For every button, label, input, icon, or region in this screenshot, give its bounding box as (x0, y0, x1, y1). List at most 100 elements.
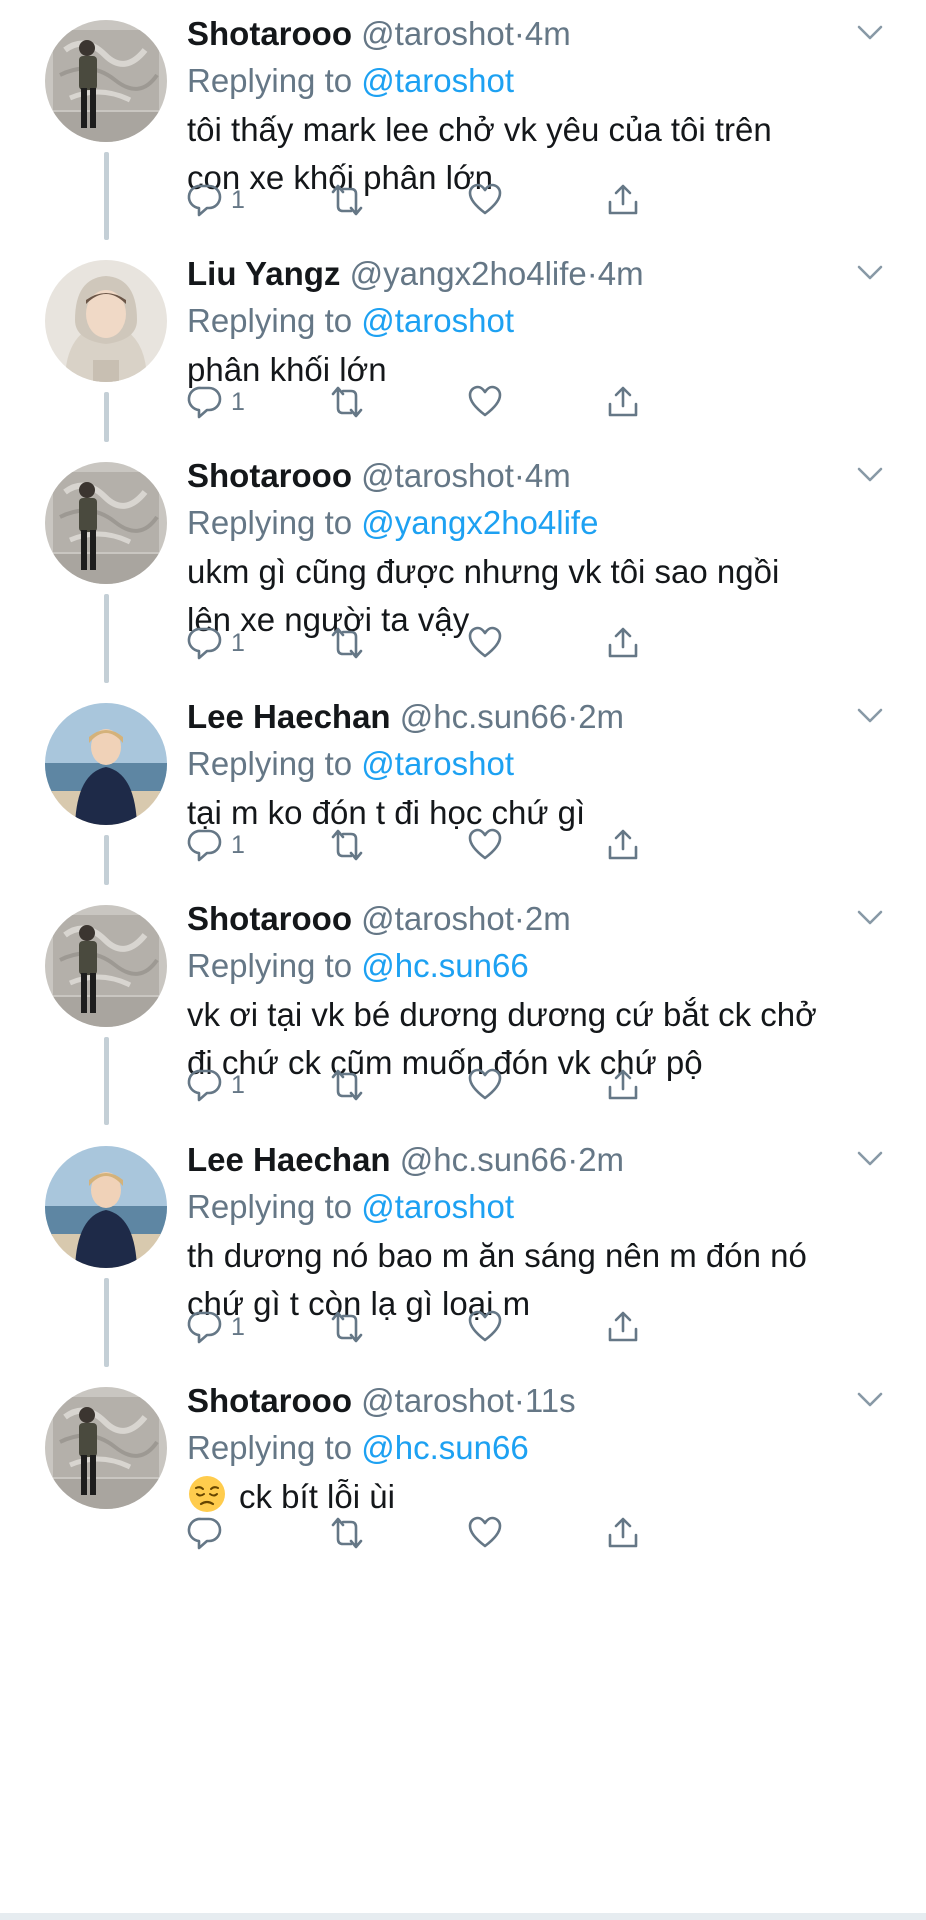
tweet[interactable]: Lee Haechan @hc.sun66·2m Replying to @tar… (0, 1126, 926, 1377)
like-button[interactable] (467, 1063, 503, 1107)
user-handle[interactable]: @taroshot (361, 900, 514, 937)
replying-to-line: Replying to @taroshot (187, 58, 886, 104)
avatar[interactable] (45, 905, 167, 1027)
avatar[interactable] (45, 1387, 167, 1509)
retweet-icon (327, 1515, 367, 1551)
timestamp[interactable]: 11s (525, 1382, 576, 1419)
tweet[interactable]: Shotarooo @taroshot·2m Replying to @hc.su… (0, 885, 926, 1135)
tweet-header: Lee Haechan @hc.sun66·2m (187, 1136, 886, 1184)
timestamp[interactable]: 4m (525, 15, 571, 52)
like-button[interactable] (467, 621, 503, 665)
avatar[interactable] (45, 1146, 167, 1268)
chevron-down-icon[interactable] (856, 1150, 884, 1168)
reply-button[interactable]: 1 (187, 380, 245, 424)
share-icon (605, 384, 641, 420)
tweet-actions (187, 1511, 747, 1555)
chevron-down-icon[interactable] (856, 1391, 884, 1409)
share-button[interactable] (605, 1305, 641, 1349)
share-button[interactable] (605, 380, 641, 424)
separator-dot: · (586, 255, 598, 292)
user-handle[interactable]: @yangx2ho4life (350, 255, 587, 292)
reply-button[interactable]: 1 (187, 621, 245, 665)
user-handle[interactable]: @taroshot (361, 1382, 514, 1419)
replying-to-link[interactable]: @taroshot (361, 62, 514, 99)
reply-button[interactable] (187, 1511, 231, 1555)
like-button[interactable] (467, 1305, 503, 1349)
replying-to-link[interactable]: @hc.sun66 (361, 947, 528, 984)
share-icon (605, 827, 641, 863)
thread-connector-line (104, 835, 109, 885)
replying-to-label: Replying to (187, 504, 353, 541)
replying-to-label: Replying to (187, 1188, 353, 1225)
retweet-icon (327, 182, 367, 218)
user-handle[interactable]: @hc.sun66 (400, 698, 567, 735)
timestamp[interactable]: 4m (598, 255, 644, 292)
display-name[interactable]: Lee Haechan (187, 1141, 391, 1178)
tweet-header: Shotarooo @taroshot·11s (187, 1377, 886, 1425)
chevron-down-icon[interactable] (856, 466, 884, 484)
reply-button[interactable]: 1 (187, 178, 245, 222)
avatar[interactable] (45, 20, 167, 142)
user-handle[interactable]: @taroshot (361, 15, 514, 52)
tweet[interactable]: Shotarooo @taroshot·4m Replying to @yangx… (0, 442, 926, 693)
replying-to-link[interactable]: @yangx2ho4life (361, 504, 598, 541)
tweet[interactable]: Lee Haechan @hc.sun66·2m Replying to @tar… (0, 683, 926, 895)
retweet-button[interactable] (327, 1063, 367, 1107)
retweet-button[interactable] (327, 178, 367, 222)
reply-button[interactable]: 1 (187, 1305, 245, 1349)
retweet-icon (327, 1067, 367, 1103)
reply-count: 1 (231, 387, 245, 416)
timestamp[interactable]: 2m (578, 1141, 624, 1178)
chevron-down-icon[interactable] (856, 909, 884, 927)
like-button[interactable] (467, 1511, 503, 1555)
chevron-down-icon[interactable] (856, 264, 884, 282)
avatar[interactable] (45, 703, 167, 825)
retweet-button[interactable] (327, 621, 367, 665)
chevron-down-icon[interactable] (856, 24, 884, 42)
tweet[interactable]: Shotarooo @taroshot·4m Replying to @taros… (0, 0, 926, 250)
tweet-header: Lee Haechan @hc.sun66·2m (187, 693, 886, 741)
share-button[interactable] (605, 621, 641, 665)
like-button[interactable] (467, 823, 503, 867)
timestamp[interactable]: 2m (578, 698, 624, 735)
share-button[interactable] (605, 1063, 641, 1107)
display-name[interactable]: Shotarooo (187, 15, 352, 52)
timestamp[interactable]: 4m (525, 457, 571, 494)
display-name[interactable]: Shotarooo (187, 457, 352, 494)
heart-icon (467, 182, 503, 218)
chevron-down-icon[interactable] (856, 707, 884, 725)
retweet-button[interactable] (327, 1305, 367, 1349)
tweet-content: Shotarooo @taroshot·11s Replying to @hc.s… (187, 1377, 886, 1527)
retweet-button[interactable] (327, 823, 367, 867)
timestamp[interactable]: 2m (525, 900, 571, 937)
tweet[interactable]: Liu Yangz @yangx2ho4life·4m Replying to @… (0, 240, 926, 452)
display-name[interactable]: Liu Yangz (187, 255, 340, 292)
retweet-button[interactable] (327, 380, 367, 424)
user-handle[interactable]: @hc.sun66 (400, 1141, 567, 1178)
reply-button[interactable]: 1 (187, 823, 245, 867)
share-button[interactable] (605, 823, 641, 867)
tweet[interactable]: Shotarooo @taroshot·11s Replying to @hc.s… (0, 1367, 926, 1913)
like-button[interactable] (467, 380, 503, 424)
like-button[interactable] (467, 178, 503, 222)
user-handle[interactable]: @taroshot (361, 457, 514, 494)
share-button[interactable] (605, 178, 641, 222)
replying-to-label: Replying to (187, 1429, 353, 1466)
display-name[interactable]: Shotarooo (187, 900, 352, 937)
display-name[interactable]: Lee Haechan (187, 698, 391, 735)
retweet-button[interactable] (327, 1511, 367, 1555)
share-button[interactable] (605, 1511, 641, 1555)
replying-to-line: Replying to @hc.sun66 (187, 943, 886, 989)
tweet-content: Shotarooo @taroshot·2m Replying to @hc.su… (187, 895, 886, 1087)
tweet-content: Shotarooo @taroshot·4m Replying to @yangx… (187, 452, 886, 644)
replying-to-link[interactable]: @taroshot (361, 302, 514, 339)
avatar[interactable] (45, 462, 167, 584)
avatar[interactable] (45, 260, 167, 382)
reply-button[interactable]: 1 (187, 1063, 245, 1107)
replying-to-link[interactable]: @hc.sun66 (361, 1429, 528, 1466)
display-name[interactable]: Shotarooo (187, 1382, 352, 1419)
replying-to-link[interactable]: @taroshot (361, 745, 514, 782)
separator-dot: · (513, 900, 525, 937)
replying-to-link[interactable]: @taroshot (361, 1188, 514, 1225)
tweet-thread: Shotarooo @taroshot·4m Replying to @taros… (0, 0, 926, 1920)
